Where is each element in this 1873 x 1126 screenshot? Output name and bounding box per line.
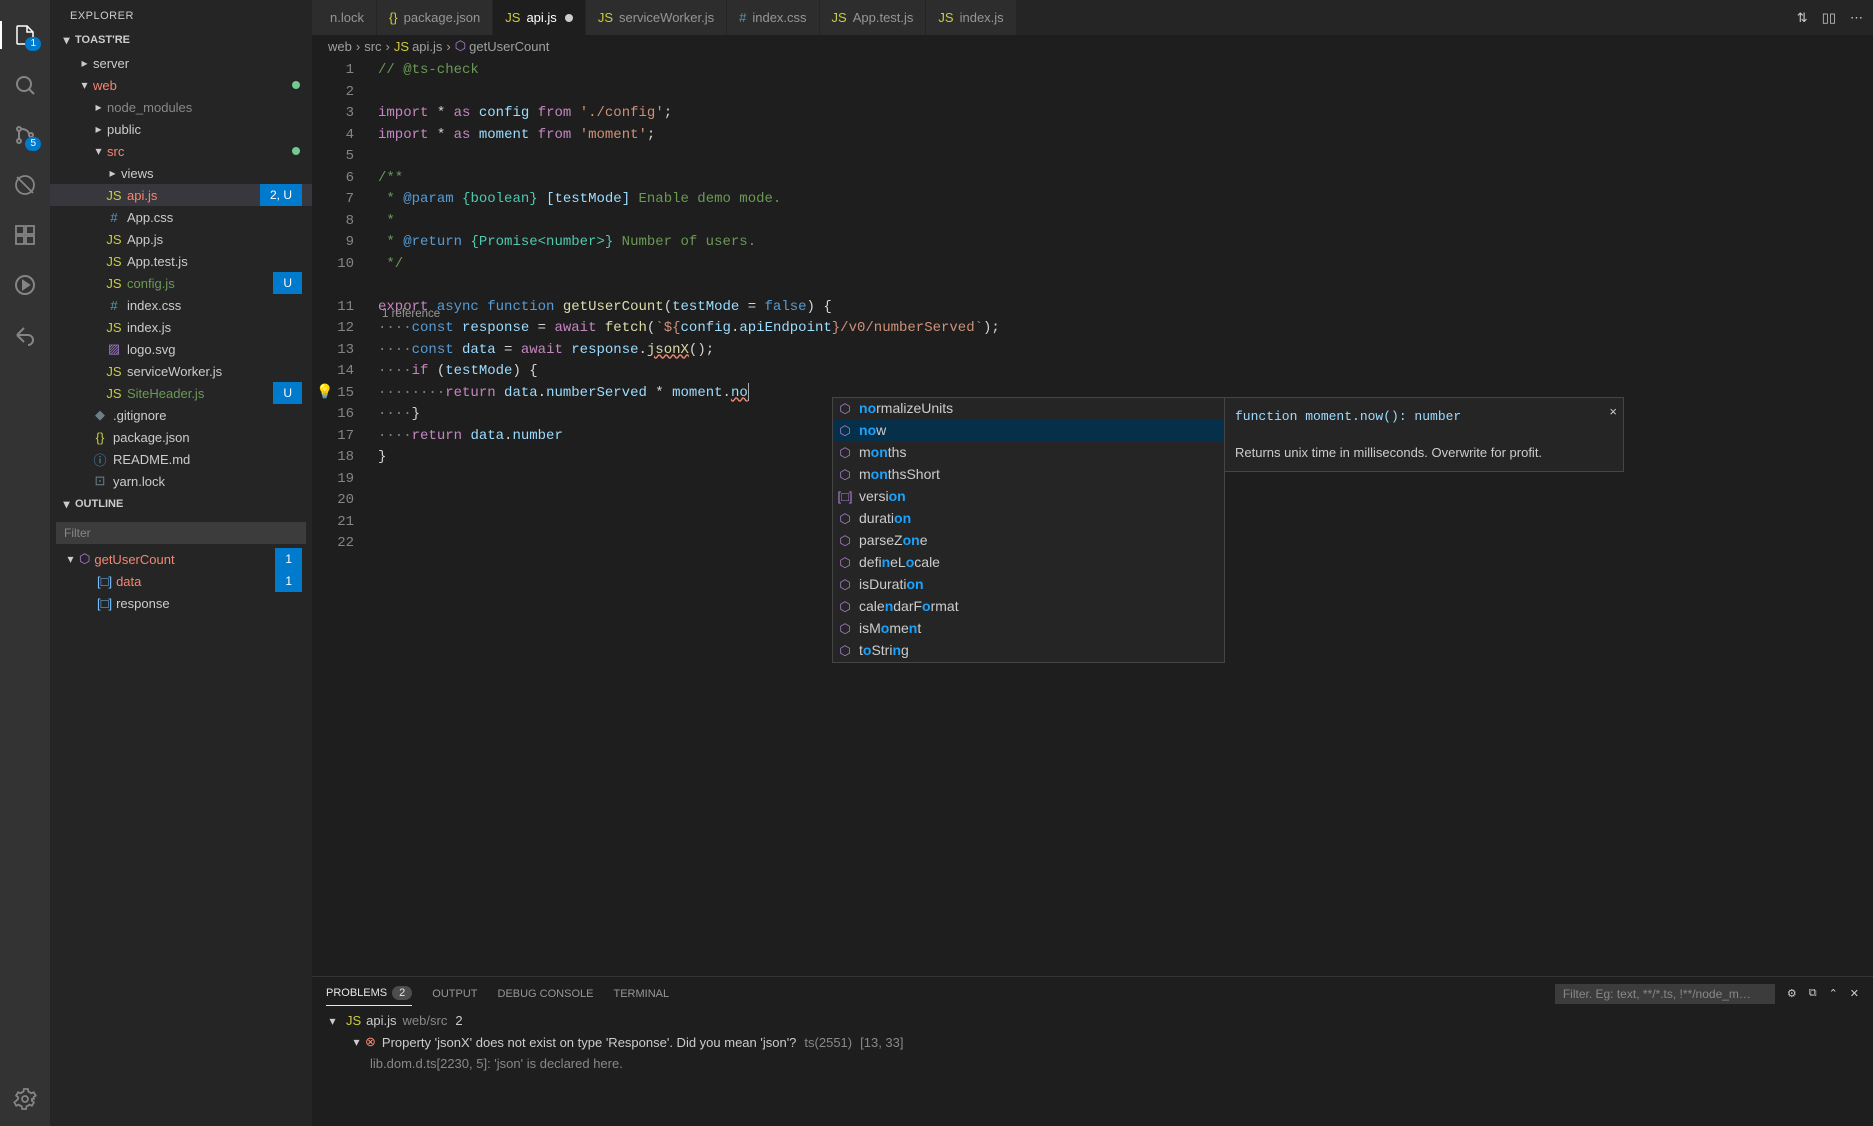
suggest-item[interactable]: ⬡duration (833, 508, 1224, 530)
folder-item[interactable]: ▸views (50, 162, 312, 184)
filter-settings-icon[interactable]: ⚙ (1787, 987, 1797, 1000)
outline-tree: ▾⬡ getUserCount1[□] data1[□] response (50, 548, 312, 1126)
outline-item[interactable]: [□] response (50, 592, 312, 614)
problem-file[interactable]: ▾JS api.js web/src 2 (326, 1010, 1859, 1031)
suggest-item[interactable]: ⬡defineLocale (833, 552, 1224, 574)
suggest-item[interactable]: ⬡parseZone (833, 530, 1224, 552)
tab-terminal[interactable]: TERMINAL (613, 982, 669, 1006)
settings-icon[interactable] (11, 1085, 39, 1113)
panel: PROBLEMS2 OUTPUT DEBUG CONSOLE TERMINAL … (312, 976, 1873, 1126)
doc-signature: function moment.now(): number (1235, 406, 1613, 428)
file-item[interactable]: {}package.json (50, 426, 312, 448)
folder-item[interactable]: ▾src (50, 140, 312, 162)
breadcrumb[interactable]: web›src›JSapi.js›⬡getUserCount (312, 35, 1873, 57)
explorer-badge: 1 (25, 37, 41, 51)
file-item[interactable]: JSserviceWorker.js (50, 360, 312, 382)
project-header[interactable]: ▾TOAST'RE (50, 28, 312, 52)
file-item[interactable]: JSApp.test.js (50, 250, 312, 272)
outline-item[interactable]: [□] data1 (50, 570, 312, 592)
suggest-item[interactable]: ⬡monthsShort (833, 464, 1224, 486)
problem-item[interactable]: ▾⊗ Property 'jsonX' does not exist on ty… (326, 1031, 1859, 1053)
close-icon[interactable]: × (1609, 401, 1617, 423)
suggest-item[interactable]: [□]version (833, 486, 1224, 508)
outline-filter[interactable]: Filter (56, 522, 306, 544)
panel-tabs: PROBLEMS2 OUTPUT DEBUG CONSOLE TERMINAL … (312, 977, 1873, 1010)
file-item[interactable]: JSSiteHeader.jsU (50, 382, 312, 404)
more-icon[interactable]: ⋯ (1850, 10, 1863, 26)
file-item[interactable]: JSindex.js (50, 316, 312, 338)
split-icon[interactable]: ▯▯ (1822, 10, 1836, 26)
folder-item[interactable]: ▸public (50, 118, 312, 140)
folder-item[interactable]: ▾web (50, 74, 312, 96)
file-item[interactable]: ▨logo.svg (50, 338, 312, 360)
outline-header[interactable]: ▾OUTLINE (50, 492, 312, 516)
editor[interactable]: 12345678910 111213141516171819202122 // … (312, 57, 1873, 976)
doc-description: Returns unix time in milliseconds. Overw… (1235, 442, 1613, 464)
problem-related[interactable]: lib.dom.d.ts[2230, 5]: 'json' is declare… (326, 1053, 1859, 1074)
editor-tab[interactable]: JSindex.js (926, 0, 1016, 35)
suggest-item[interactable]: ⬡isMoment (833, 618, 1224, 640)
editor-tab[interactable]: JSApp.test.js (820, 0, 927, 35)
main: n.lock{}package.jsonJSapi.jsJSserviceWor… (312, 0, 1873, 1126)
sidebar: EXPLORER ▾TOAST'RE ▸server▾web▸node_modu… (50, 0, 312, 1126)
file-item[interactable]: #App.css (50, 206, 312, 228)
close-panel-icon[interactable]: ✕ (1850, 987, 1859, 1000)
file-item[interactable]: #index.css (50, 294, 312, 316)
debug-icon[interactable] (11, 171, 39, 199)
file-item[interactable]: ⊡yarn.lock (50, 470, 312, 492)
file-item[interactable]: ◆.gitignore (50, 404, 312, 426)
editor-tab[interactable]: {}package.json (377, 0, 493, 35)
file-item[interactable]: JSconfig.jsU (50, 272, 312, 294)
suggest-widget[interactable]: ⬡normalizeUnits⬡now⬡months⬡monthsShort[□… (832, 397, 1225, 663)
source-control-icon[interactable]: 5 (11, 121, 39, 149)
editor-tab[interactable]: JSapi.js (493, 0, 586, 35)
search-icon[interactable] (11, 71, 39, 99)
suggest-item[interactable]: ⬡calendarFormat (833, 596, 1224, 618)
chevron-up-icon[interactable]: ⌃ (1829, 987, 1838, 1000)
folder-item[interactable]: ▸server (50, 52, 312, 74)
suggest-item[interactable]: ⬡isDuration (833, 574, 1224, 596)
lightbulb-icon[interactable]: 💡 (316, 383, 333, 405)
collapse-icon[interactable]: ⧉ (1809, 987, 1817, 1000)
outline-item[interactable]: ▾⬡ getUserCount1 (50, 548, 312, 570)
tab-problems[interactable]: PROBLEMS2 (326, 981, 412, 1006)
suggest-item[interactable]: ⬡normalizeUnits (833, 398, 1224, 420)
folder-item[interactable]: ▸node_modules (50, 96, 312, 118)
liveshare-icon[interactable] (11, 321, 39, 349)
run-icon[interactable] (11, 271, 39, 299)
problems-filter[interactable]: Filter. Eg: text, **/*.ts, !**/node_m… (1555, 984, 1775, 1004)
codelens[interactable]: 1 reference (382, 304, 440, 326)
suggest-item[interactable]: ⬡now (833, 420, 1224, 442)
explorer-icon[interactable]: 1 (11, 21, 39, 49)
file-tree: ▸server▾web▸node_modules▸public▾src▸view… (50, 52, 312, 492)
scm-badge: 5 (25, 137, 41, 151)
sidebar-title: EXPLORER (50, 0, 312, 28)
tab-output[interactable]: OUTPUT (432, 982, 477, 1006)
tab-debug-console[interactable]: DEBUG CONSOLE (498, 982, 594, 1006)
file-item[interactable]: ⓘREADME.md (50, 448, 312, 470)
activity-bar: 1 5 (0, 0, 50, 1126)
compare-icon[interactable]: ⇅ (1797, 10, 1808, 26)
editor-tab[interactable]: #index.css (727, 0, 819, 35)
file-item[interactable]: JSapi.js2, U (50, 184, 312, 206)
file-item[interactable]: JSApp.js (50, 228, 312, 250)
editor-tabs: n.lock{}package.jsonJSapi.jsJSserviceWor… (312, 0, 1873, 35)
suggest-item[interactable]: ⬡months (833, 442, 1224, 464)
problems-list: ▾JS api.js web/src 2 ▾⊗ Property 'jsonX'… (312, 1010, 1873, 1126)
extensions-icon[interactable] (11, 221, 39, 249)
editor-tab[interactable]: n.lock (312, 0, 377, 35)
suggest-doc: × function moment.now(): number Returns … (1224, 397, 1624, 472)
editor-tab[interactable]: JSserviceWorker.js (586, 0, 727, 35)
suggest-item[interactable]: ⬡toString (833, 640, 1224, 662)
